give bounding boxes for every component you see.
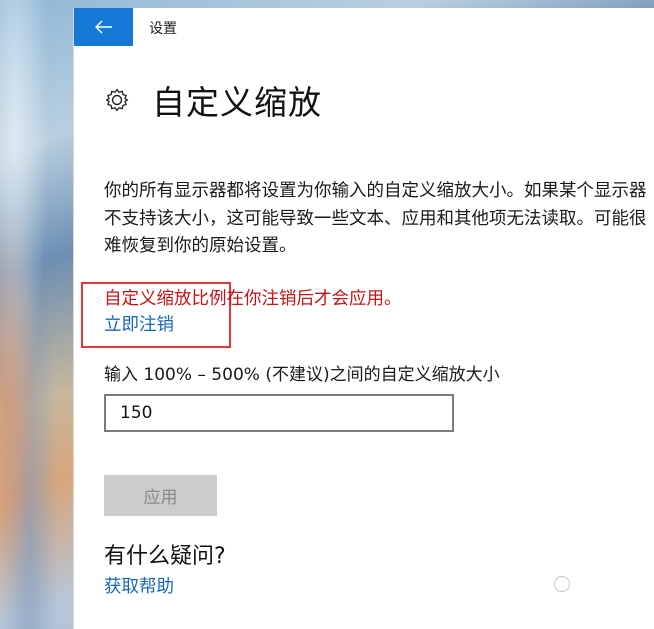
- arrow-left-icon: [94, 20, 112, 34]
- title-bar: 设置: [74, 8, 654, 46]
- custom-scale-input[interactable]: [104, 394, 454, 432]
- description-text: 你的所有显示器都将设置为你输入的自定义缩放大小。如果某个显示器不支持该大小，这可…: [104, 181, 647, 256]
- signout-now-link[interactable]: 立即注销: [104, 311, 174, 336]
- apply-button[interactable]: 应用: [104, 475, 217, 516]
- gear-icon: [105, 88, 129, 112]
- scale-input-label: 输入 100% – 500% (不建议)之间的自定义缩放大小: [104, 365, 500, 385]
- page-title: 自定义缩放: [152, 83, 322, 122]
- back-button[interactable]: [74, 8, 133, 46]
- settings-window: 设置 自定义缩放 你的所有显示器都将设置为你输入的自定义缩放大小。如果某个显示器…: [73, 8, 654, 629]
- watermark-logo-icon: [554, 576, 570, 592]
- get-help-link[interactable]: 获取帮助: [104, 573, 174, 598]
- desktop-background: [0, 0, 74, 629]
- signout-notice: 自定义缩放比例在你注销后才会应用。: [104, 289, 402, 309]
- help-heading: 有什么疑问?: [104, 544, 226, 569]
- page-header: 自定义缩放: [104, 78, 322, 122]
- window-title: 设置: [149, 21, 177, 37]
- watermark: [554, 576, 570, 592]
